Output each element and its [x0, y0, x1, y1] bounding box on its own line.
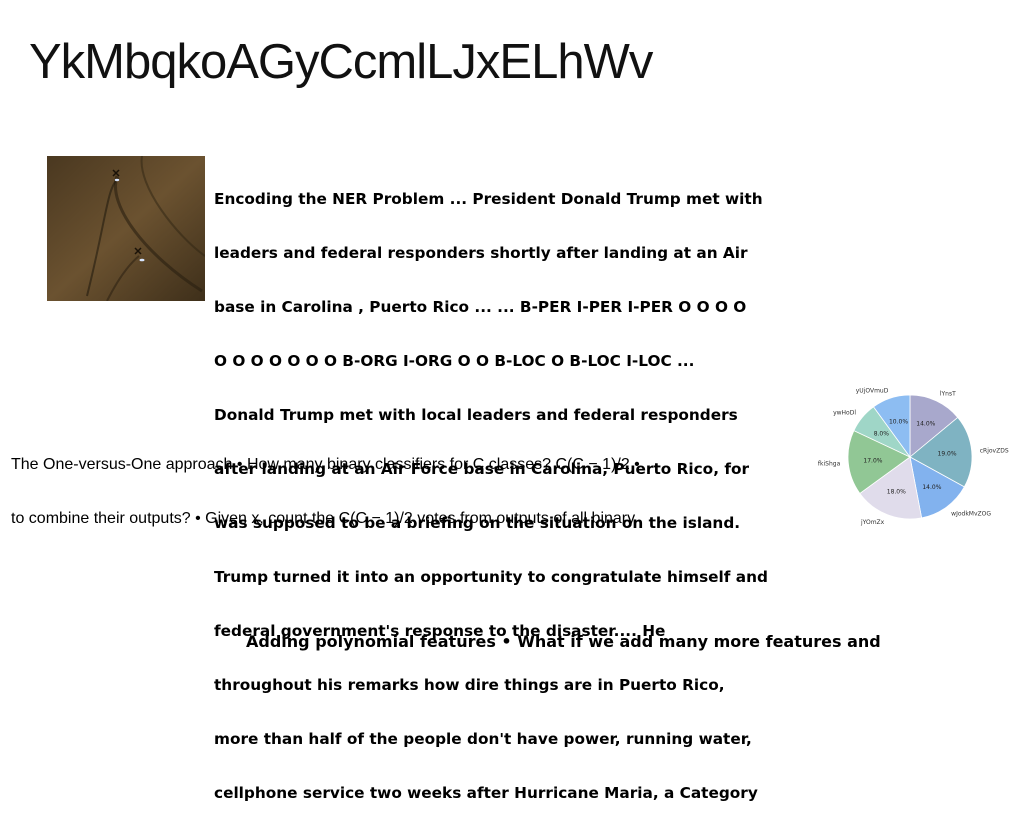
- text-line: throughout his remarks how dire things a…: [214, 676, 725, 694]
- text-line: leaders and federal responders shortly a…: [214, 244, 748, 262]
- poly-text-block: Adding polynomial features • What if we …: [246, 632, 881, 651]
- pie-percent-label: 17.0%: [863, 458, 882, 465]
- photo-image: [47, 156, 205, 301]
- pie-category-label: cRjovZDS: [980, 447, 1009, 454]
- pie-category-label: lYnsT: [940, 391, 956, 398]
- photo-icon: [47, 156, 205, 301]
- text-line: O O O O O O O B-ORG I-ORG O O B-LOC O B-…: [214, 352, 695, 370]
- pie-percent-label: 14.0%: [922, 484, 941, 491]
- text-line: Encoding the NER Problem ... President D…: [214, 190, 763, 208]
- pie-chart: 14.0% lYnsT 19.0% cRjovZDS 14.0% wJodkMvZOG 18…: [812, 370, 1022, 542]
- pie-chart-svg: 14.0% lYnsT 19.0% cRjovZDS 14.0% wJodkMvZOG 18…: [818, 387, 1009, 526]
- text-line: cellphone service two weeks after Hurric…: [214, 784, 758, 802]
- pie-category-label: fkiShga: [818, 461, 841, 468]
- pie-category-label: ywHoDl: [833, 409, 856, 416]
- text-line: Trump turned it into an opportunity to c…: [214, 568, 768, 586]
- pie-percent-label: 8.0%: [874, 430, 890, 437]
- pie-category-label: wJodkMvZOG: [951, 511, 991, 518]
- pie-category-label: jYOmZx: [860, 519, 885, 526]
- pie-percent-label: 10.0%: [889, 419, 908, 426]
- pie-percent-label: 18.0%: [887, 489, 906, 496]
- text-line: base in Carolina , Puerto Rico ... ... B…: [214, 298, 747, 316]
- page-title: YkMbqkoAGyCcmlLJxELhWv: [29, 35, 653, 89]
- pie-percent-label: 14.0%: [916, 420, 935, 427]
- pie-percent-label: 19.0%: [938, 450, 957, 457]
- text-line: to combine their outputs? • Given x, cou…: [11, 510, 636, 527]
- pie-category-label: yUjOVmuD: [856, 387, 889, 394]
- text-line: The One-versus-One approach • How many b…: [11, 456, 640, 473]
- text-line: more than half of the people don't have …: [214, 730, 752, 748]
- ovo-text-block: The One-versus-One approach • How many b…: [11, 420, 640, 546]
